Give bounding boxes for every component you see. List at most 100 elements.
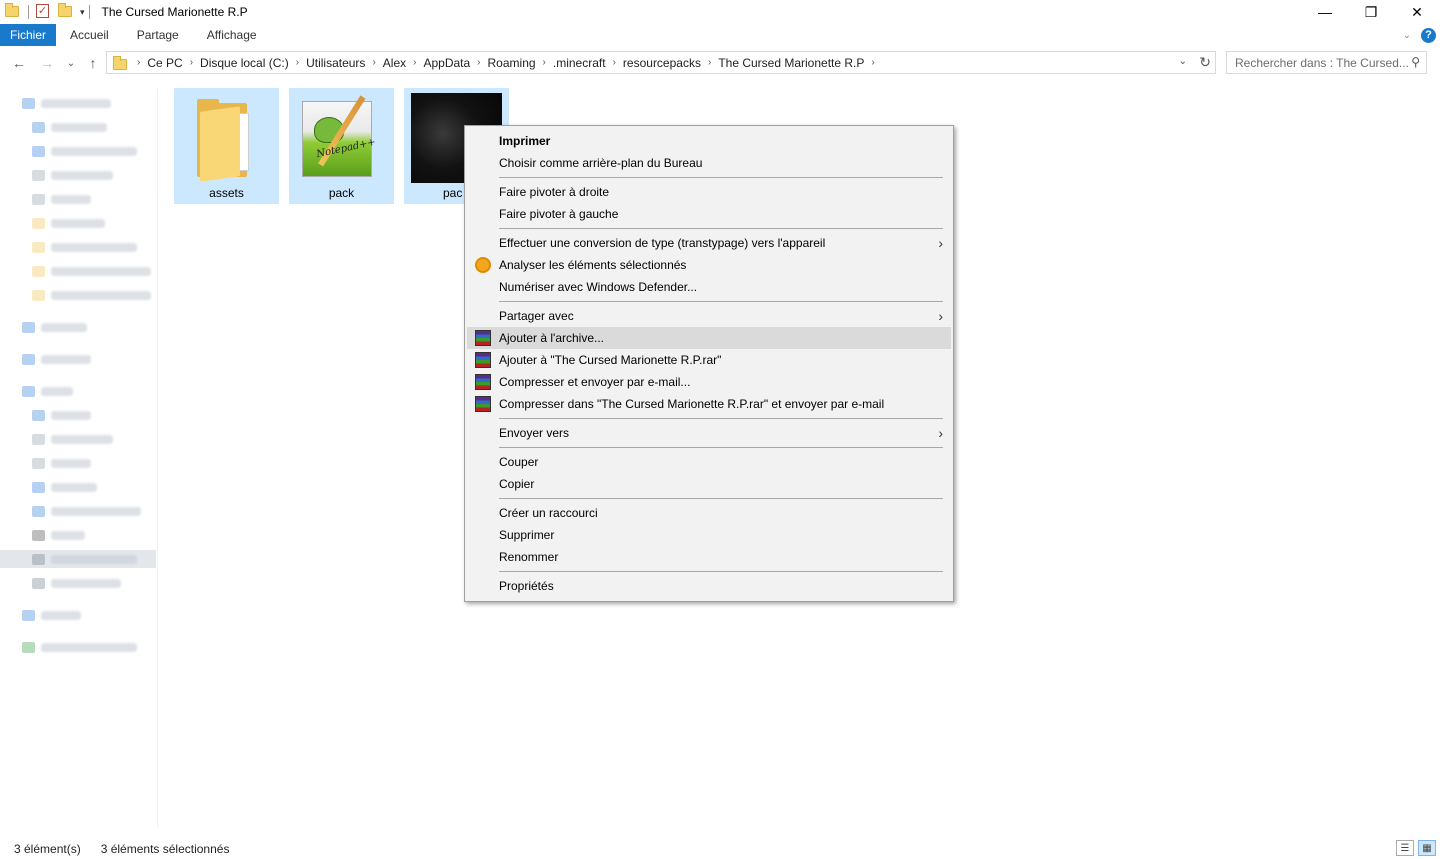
tab-partage[interactable]: Partage <box>123 24 193 46</box>
address-history-dropdown[interactable]: ⌄ <box>1179 56 1187 67</box>
help-icon[interactable]: ? <box>1421 27 1436 43</box>
search-input[interactable]: Rechercher dans : The Cursed... ⚲ <box>1226 51 1427 74</box>
nav-pc-item[interactable] <box>32 574 152 592</box>
nav-cloud-item[interactable] <box>22 350 152 368</box>
submenu-arrow-icon: › <box>938 308 943 324</box>
nav-pc-item[interactable] <box>32 502 152 520</box>
menu-item-envoyer-vers[interactable]: Envoyer vers › <box>467 422 951 444</box>
breadcrumb-separator[interactable]: › <box>704 57 715 68</box>
nav-quick-access[interactable] <box>22 94 152 112</box>
search-icon[interactable]: ⚲ <box>1411 55 1420 69</box>
breadcrumb-separator[interactable]: › <box>867 57 878 68</box>
nav-pinned-item[interactable] <box>32 214 152 232</box>
nav-network[interactable] <box>22 606 152 624</box>
menu-item-cast-to-device[interactable]: Effectuer une conversion de type (transt… <box>467 232 951 254</box>
breadcrumb-ce-pc[interactable]: Ce PC <box>144 56 185 70</box>
expand-ribbon-icon[interactable]: ⌄ <box>1403 30 1411 41</box>
properties-icon[interactable]: ✓ <box>36 4 52 20</box>
customize-toolbar-dropdown[interactable]: ▾ <box>80 7 85 18</box>
nav-pinned-item[interactable] <box>32 262 156 280</box>
search-placeholder: Rechercher dans : The Cursed... <box>1235 55 1409 70</box>
menu-item-copier[interactable]: Copier <box>467 473 951 495</box>
file-name: assets <box>209 186 244 200</box>
menu-separator <box>499 498 943 499</box>
file-item-pack[interactable]: Notepad++ pack <box>289 88 394 204</box>
menu-item-windows-defender[interactable]: Numériser avec Windows Defender... <box>467 276 951 298</box>
nav-pc-item[interactable] <box>32 526 152 544</box>
breadcrumb-current-folder[interactable]: The Cursed Marionette R.P <box>715 56 867 70</box>
nav-pc-item-selected[interactable] <box>0 550 156 568</box>
address-bar[interactable]: › Ce PC › Disque local (C:) › Utilisateu… <box>106 51 1216 74</box>
menu-item-analyser[interactable]: Analyser les éléments sélectionnés <box>467 254 951 276</box>
nav-pinned-item[interactable] <box>32 190 152 208</box>
breadcrumb-appdata[interactable]: AppData <box>420 56 473 70</box>
menu-item-renommer[interactable]: Renommer <box>467 546 951 568</box>
maximize-button[interactable]: ❐ <box>1348 0 1394 24</box>
tab-accueil[interactable]: Accueil <box>56 24 123 46</box>
tiles-view-button[interactable]: ▦ <box>1418 840 1436 856</box>
nav-this-pc[interactable] <box>22 382 152 400</box>
folder-icon <box>5 3 21 20</box>
pictures-icon <box>32 193 45 205</box>
tab-fichier[interactable]: Fichier <box>0 24 57 46</box>
breadcrumb-roaming[interactable]: Roaming <box>485 56 539 70</box>
up-button[interactable]: ↑ <box>82 52 104 74</box>
file-item-assets[interactable]: assets <box>174 88 279 204</box>
menu-item-ajouter-archive[interactable]: Ajouter à l'archive... <box>467 327 951 349</box>
nav-label <box>41 322 87 332</box>
menu-item-supprimer[interactable]: Supprimer <box>467 524 951 546</box>
nav-pc-item[interactable] <box>32 430 152 448</box>
nav-label <box>51 194 91 204</box>
nav-pinned-item[interactable] <box>32 238 152 256</box>
breadcrumb-alex[interactable]: Alex <box>380 56 409 70</box>
breadcrumb-separator[interactable]: › <box>609 57 620 68</box>
menu-item-arriere-plan[interactable]: Choisir comme arrière-plan du Bureau <box>467 152 951 174</box>
breadcrumb-separator[interactable]: › <box>368 57 379 68</box>
breadcrumb-disque-local[interactable]: Disque local (C:) <box>197 56 292 70</box>
pictures-icon <box>32 457 45 469</box>
menu-item-creer-raccourci[interactable]: Créer un raccourci <box>467 502 951 524</box>
back-button[interactable]: ← <box>8 52 30 74</box>
menu-item-compresser-email[interactable]: Compresser et envoyer par e-mail... <box>467 371 951 393</box>
breadcrumb-utilisateurs[interactable]: Utilisateurs <box>303 56 368 70</box>
nav-label <box>51 506 141 516</box>
window-controls: — ❐ ✕ <box>1302 0 1440 24</box>
breadcrumb-resourcepacks[interactable]: resourcepacks <box>620 56 704 70</box>
nav-label <box>51 578 121 588</box>
nav-pc-item[interactable] <box>32 454 152 472</box>
winrar-icon <box>475 330 491 346</box>
nav-pinned-item[interactable] <box>32 286 156 304</box>
forward-button[interactable]: → <box>36 52 58 74</box>
menu-item-compresser-rar-email[interactable]: Compresser dans "The Cursed Marionette R… <box>467 393 951 415</box>
nav-pinned-item[interactable] <box>32 142 152 160</box>
nav-pinned-item[interactable] <box>32 166 152 184</box>
menu-item-partager-avec[interactable]: Partager avec › <box>467 305 951 327</box>
recent-locations-button[interactable]: ⌄ <box>60 52 82 74</box>
minimize-button[interactable]: — <box>1302 0 1348 24</box>
nav-homegroup[interactable] <box>22 638 152 656</box>
breadcrumb-separator[interactable]: › <box>539 57 550 68</box>
close-button[interactable]: ✕ <box>1394 0 1440 24</box>
breadcrumb-separator[interactable]: › <box>292 57 303 68</box>
menu-item-pivoter-droite[interactable]: Faire pivoter à droite <box>467 181 951 203</box>
breadcrumb-minecraft[interactable]: .minecraft <box>550 56 609 70</box>
nav-pc-item[interactable] <box>32 478 152 496</box>
menu-item-couper[interactable]: Couper <box>467 451 951 473</box>
menu-item-ajouter-rar[interactable]: Ajouter à "The Cursed Marionette R.P.rar… <box>467 349 951 371</box>
menu-item-pivoter-gauche[interactable]: Faire pivoter à gauche <box>467 203 951 225</box>
menu-item-proprietes[interactable]: Propriétés <box>467 575 951 597</box>
details-view-button[interactable]: ☰ <box>1396 840 1414 856</box>
tab-affichage[interactable]: Affichage <box>193 24 271 46</box>
breadcrumb-separator[interactable]: › <box>409 57 420 68</box>
nav-pinned-item[interactable] <box>32 118 152 136</box>
new-folder-icon[interactable] <box>58 3 74 20</box>
nav-cloud-item[interactable] <box>22 318 152 336</box>
menu-item-imprimer[interactable]: Imprimer <box>467 130 951 152</box>
refresh-icon[interactable]: ↻ <box>1199 54 1211 71</box>
nav-pc-item[interactable] <box>32 406 152 424</box>
breadcrumb-separator[interactable]: › <box>133 57 144 68</box>
folder-icon <box>32 217 45 229</box>
breadcrumb-separator[interactable]: › <box>473 57 484 68</box>
status-bar: 3 élément(s) 3 éléments sélectionnés ☰ ▦ <box>0 838 1440 859</box>
breadcrumb-separator[interactable]: › <box>186 57 197 68</box>
